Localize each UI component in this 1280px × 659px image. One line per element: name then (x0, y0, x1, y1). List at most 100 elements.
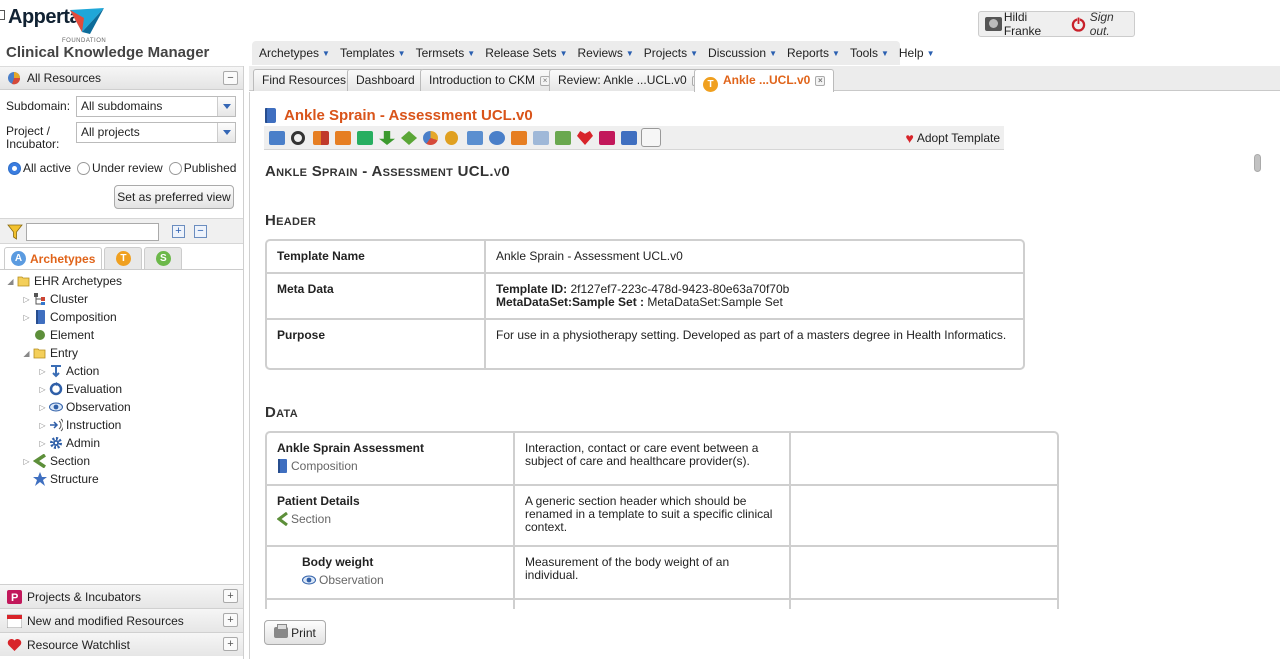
translate-icon[interactable] (511, 131, 527, 145)
set-preferred-view-button[interactable]: Set as preferred view (114, 185, 234, 209)
tab-ankle-template[interactable]: T Ankle ...UCL.v0 × (694, 69, 835, 92)
tab-archetypes[interactable]: A Archetypes (4, 247, 103, 269)
expanded-triangle-icon[interactable]: ◢ (6, 277, 15, 286)
menu-archetypes[interactable]: Archetypes ▼ (254, 46, 335, 60)
hierarchy-icon[interactable] (313, 131, 329, 145)
resource-watchlist-panel[interactable]: Resource Watchlist + (0, 632, 243, 656)
element-dot-icon (35, 330, 45, 340)
download-arrow-icon[interactable] (379, 131, 395, 145)
tree-node-admin[interactable]: ▷ Admin (38, 434, 100, 452)
checklist-icon[interactable] (555, 131, 571, 145)
tab-dashboard[interactable]: Dashboard (347, 69, 424, 91)
tab-termsets[interactable]: S (144, 247, 183, 269)
panel-title: All Resources (27, 71, 102, 85)
print-icon[interactable] (641, 128, 661, 147)
radio-published[interactable] (168, 161, 182, 175)
data-extra-cell (791, 433, 1057, 486)
tab-find-resources[interactable]: Find Resources (253, 69, 356, 91)
opt-icon[interactable] (357, 131, 373, 145)
tree-node-section[interactable]: ▷ Section (22, 452, 90, 470)
menu-discussion[interactable]: Discussion ▼ (703, 46, 782, 60)
mindmap-icon[interactable] (269, 131, 285, 145)
tree-node-structure[interactable]: Structure (22, 470, 99, 488)
template-document: Ankle Sprain - Assessment UCL.v0 ♥ Adopt… (249, 92, 1280, 659)
tab-introduction[interactable]: Introduction to CKM × (420, 69, 560, 91)
expanded-triangle-icon[interactable]: ◢ (22, 349, 31, 358)
collapsed-triangle-icon[interactable]: ▷ (22, 313, 31, 322)
collapsed-triangle-icon[interactable]: ▷ (38, 367, 47, 376)
menu-termsets[interactable]: Termsets ▼ (411, 46, 481, 60)
collapsed-triangle-icon[interactable]: ▷ (22, 457, 31, 466)
resource-tabs: A Archetypes T S (4, 247, 184, 269)
data-extra-cell (791, 547, 1057, 600)
tree-node-action[interactable]: ▷ Action (38, 362, 99, 380)
template-t-icon: T (115, 251, 131, 266)
collapsed-triangle-icon[interactable]: ▷ (22, 295, 31, 304)
all-resources-header[interactable]: All Resources − (0, 66, 243, 90)
composition-book-icon (278, 459, 287, 473)
tree-node-instruction[interactable]: ▷ Instruction (38, 416, 121, 434)
expand-panel-button[interactable]: + (223, 637, 238, 651)
window-edge-mark (0, 10, 5, 20)
filter-input[interactable] (26, 223, 159, 241)
expand-panel-button[interactable]: + (223, 589, 238, 603)
collapse-button[interactable]: − (223, 71, 238, 85)
power-icon[interactable] (1071, 16, 1086, 32)
subdomain-select[interactable]: All subdomains (76, 96, 236, 117)
collapse-all-icon[interactable]: − (194, 225, 207, 238)
award-icon[interactable] (445, 131, 458, 145)
menu-reports[interactable]: Reports ▼ (782, 46, 845, 60)
tree-node-evaluation[interactable]: ▷ Evaluation (38, 380, 122, 398)
expand-all-icon[interactable]: + (172, 225, 185, 238)
expand-arrows-icon[interactable] (401, 131, 417, 145)
adopt-template-button[interactable]: ♥ Adopt Template (906, 130, 1000, 146)
tree-node-cluster[interactable]: ▷ Cluster (22, 290, 88, 308)
menu-tools[interactable]: Tools ▼ (845, 46, 894, 60)
heart-icon[interactable] (577, 131, 593, 145)
tree-node-composition[interactable]: ▷ Composition (22, 308, 117, 326)
tree-node-entry[interactable]: ◢ Entry (22, 344, 78, 362)
radio-all-active[interactable] (8, 161, 21, 175)
new-modified-panel[interactable]: New and modified Resources + (0, 608, 243, 632)
projects-p-icon: P (7, 589, 22, 604)
meta-data-key: Meta Data (267, 274, 486, 320)
tree-node-ehr-archetypes[interactable]: ◢ EHR Archetypes (6, 272, 122, 290)
expand-panel-button[interactable]: + (223, 613, 238, 627)
calendar-icon (7, 614, 22, 628)
menu-templates[interactable]: Templates ▼ (335, 46, 411, 60)
logo[interactable]: Apperta FOUNDATION Clinical Knowledge Ma… (6, 2, 246, 62)
collapsed-triangle-icon[interactable]: ▷ (38, 421, 47, 430)
document-icon[interactable] (533, 131, 549, 145)
oet-icon[interactable] (335, 131, 351, 145)
close-icon[interactable]: × (815, 76, 826, 86)
collapsed-triangle-icon[interactable]: ▷ (38, 385, 47, 394)
printer-icon (274, 624, 289, 638)
book-open-icon[interactable] (467, 131, 483, 145)
svg-text:P: P (11, 592, 18, 604)
print-button[interactable]: Print (264, 620, 326, 645)
menu-reviews[interactable]: Reviews ▼ (572, 46, 638, 60)
user-name[interactable]: Hildi Franke (1004, 10, 1064, 38)
left-panel: All Resources − Subdomain: All subdomain… (0, 66, 244, 659)
projects-incubators-panel[interactable]: P Projects & Incubators + (0, 584, 243, 608)
tab-review-ankle[interactable]: Review: Ankle ...UCL.v0× (549, 69, 711, 91)
collapsed-triangle-icon[interactable]: ▷ (38, 403, 47, 412)
menu-release-sets[interactable]: Release Sets ▼ (480, 46, 572, 60)
template-name-value: Ankle Sprain - Assessment UCL.v0 (486, 241, 1023, 274)
pie-chart-icon[interactable] (423, 131, 438, 145)
tab-templates[interactable]: T (104, 247, 143, 269)
scroll-thumb[interactable] (1254, 154, 1261, 172)
radio-under-review[interactable] (77, 161, 91, 175)
discussion-icon[interactable] (489, 131, 505, 145)
menu-projects[interactable]: Projects ▼ (639, 46, 703, 60)
document-scrollbar[interactable] (1252, 152, 1264, 607)
menu-help[interactable]: Help ▼ (894, 46, 940, 60)
ring-icon[interactable] (291, 131, 305, 145)
project-p-icon[interactable] (599, 131, 615, 145)
collapsed-triangle-icon[interactable]: ▷ (38, 439, 47, 448)
tree-node-element[interactable]: Element (22, 326, 94, 344)
project-select[interactable]: All projects (76, 122, 236, 143)
email-icon[interactable] (621, 131, 637, 145)
sign-out-link[interactable]: Sign out. (1090, 10, 1134, 38)
tree-node-observation[interactable]: ▷ Observation (38, 398, 130, 416)
